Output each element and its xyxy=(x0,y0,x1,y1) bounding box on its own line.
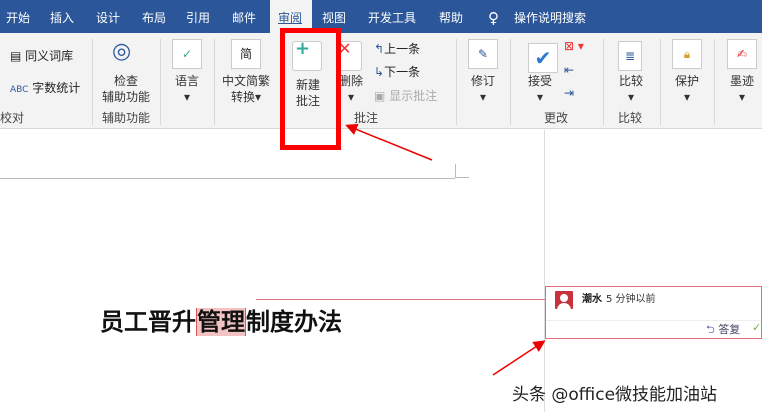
arrow-to-new-comment xyxy=(345,123,433,161)
watermark: 头条 @office微技能加油站 xyxy=(512,385,718,405)
arrow-to-comment-balloon xyxy=(492,340,546,376)
annotation-arrows xyxy=(345,123,546,376)
